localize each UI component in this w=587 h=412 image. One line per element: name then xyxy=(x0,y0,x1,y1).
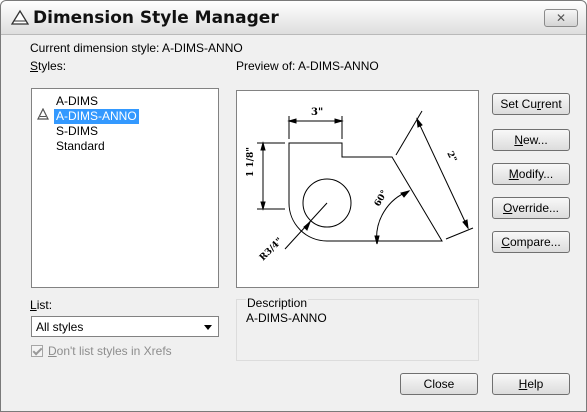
compare-button[interactable]: Compare... xyxy=(492,231,570,253)
help-button[interactable]: Help xyxy=(492,373,570,395)
modify-button[interactable]: Modify... xyxy=(492,163,570,185)
top-dimension-text: 3" xyxy=(311,107,323,118)
angle-dimension-text: 60° xyxy=(373,189,390,209)
checkmark-icon xyxy=(31,345,43,357)
title-bar[interactable]: Dimension Style Manager ✕ xyxy=(1,1,586,35)
right-dimension-text: 2" xyxy=(444,150,458,164)
styles-label: Styles: xyxy=(30,59,67,73)
window-title: Dimension Style Manager xyxy=(33,8,279,28)
style-item-a-dims[interactable]: A-DIMS xyxy=(54,94,100,109)
dialog-window: Dimension Style Manager ✕ Current dimens… xyxy=(0,0,587,412)
chevron-down-icon xyxy=(204,325,212,330)
style-item-a-dims-anno[interactable]: A-DIMS-ANNO xyxy=(54,109,139,124)
dimension-preview-drawing: 3" 1 1/8" 2" 60° R3/4" xyxy=(246,107,474,263)
new-button[interactable]: New... xyxy=(492,129,570,151)
description-label: Description xyxy=(246,296,309,310)
close-window-button[interactable]: ✕ xyxy=(544,9,578,27)
preview-label: Preview of: A-DIMS-ANNO xyxy=(236,59,379,73)
style-item-s-dims[interactable]: S-DIMS xyxy=(54,124,100,139)
set-current-button[interactable]: Set Current xyxy=(492,93,570,115)
list-filter-dropdown[interactable]: All styles xyxy=(31,316,219,337)
current-style-label: Current dimension style: A-DIMS-ANNO xyxy=(30,41,243,55)
list-filter-value: All styles xyxy=(36,320,84,334)
list-label: List: xyxy=(30,298,53,312)
annotative-icon xyxy=(37,108,49,120)
left-dimension-text: 1 1/8" xyxy=(246,147,256,177)
dimension-style-icon xyxy=(11,9,29,25)
override-button[interactable]: Override... xyxy=(492,197,570,219)
radius-dimension-text: R3/4" xyxy=(258,236,285,263)
dont-list-xrefs-label: Don't list styles in Xrefs xyxy=(48,344,172,358)
close-icon: ✕ xyxy=(555,11,567,25)
style-item-standard[interactable]: Standard xyxy=(54,139,107,154)
styles-listbox[interactable]: A-DIMS A-DIMS-ANNO S-DIMS Standard xyxy=(31,88,219,288)
close-button[interactable]: Close xyxy=(400,373,478,395)
description-group: Description A-DIMS-ANNO xyxy=(236,296,479,361)
preview-panel: 3" 1 1/8" 2" 60° R3/4" xyxy=(236,90,479,288)
part-outline xyxy=(288,142,443,242)
description-text: A-DIMS-ANNO xyxy=(246,311,327,325)
